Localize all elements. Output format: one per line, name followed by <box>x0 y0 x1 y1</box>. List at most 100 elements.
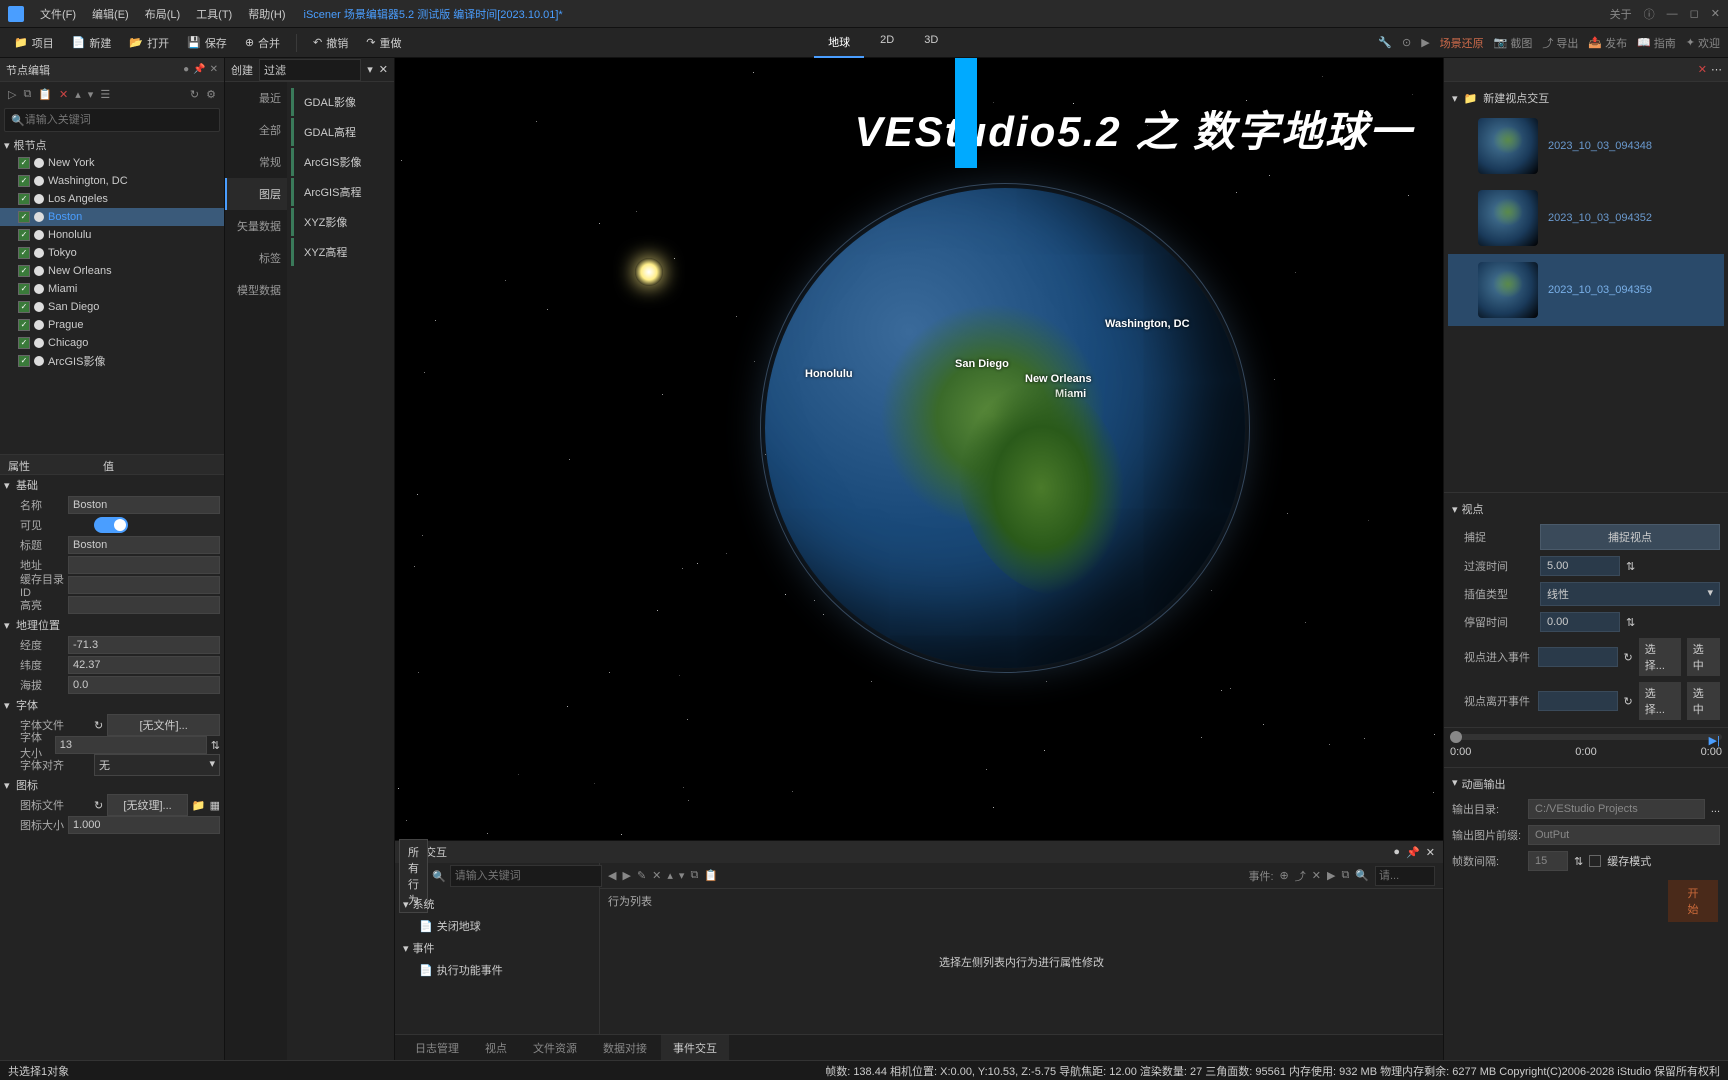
spinner-icon[interactable]: ⇅ <box>1574 855 1583 868</box>
tree-item-washingtondc[interactable]: ✓Washington, DC <box>0 172 224 190</box>
tree-item-honolulu[interactable]: ✓Honolulu <box>0 226 224 244</box>
play-button[interactable]: ▶| <box>1709 734 1720 747</box>
input-lat[interactable] <box>68 656 220 674</box>
play-icon[interactable]: ▶ <box>1421 36 1429 49</box>
close-icon[interactable]: ✕ <box>1426 846 1435 859</box>
section-geo[interactable]: ▾地理位置 <box>0 615 224 635</box>
section-viewpoint[interactable]: ▾视点 <box>1448 497 1724 521</box>
new-button[interactable]: 📄新建 <box>66 32 118 54</box>
checkbox-icon[interactable]: ✓ <box>18 337 30 349</box>
input-alt[interactable] <box>68 676 220 694</box>
cache-checkbox[interactable] <box>1589 855 1601 867</box>
nav-fwd-icon[interactable]: ▶ <box>622 869 630 882</box>
about-link[interactable]: 关于 <box>1610 6 1632 22</box>
play-icon[interactable]: ▶ <box>1327 869 1335 882</box>
checkbox-icon[interactable]: ✓ <box>18 193 30 205</box>
input-address[interactable] <box>68 556 220 574</box>
tree-root[interactable]: ▾ 根节点 <box>0 136 224 154</box>
export-icon[interactable]: ⤴ <box>1295 868 1306 884</box>
tab-model[interactable]: 模型数据 <box>225 274 287 306</box>
check-leave-button[interactable]: 选中 <box>1687 682 1720 720</box>
input-transition[interactable] <box>1540 556 1620 576</box>
input-fontsize[interactable] <box>55 736 207 754</box>
tab-events[interactable]: 事件交互 <box>661 1035 729 1061</box>
down-icon[interactable]: ▾ <box>86 86 96 103</box>
tree-item-losangeles[interactable]: ✓Los Angeles <box>0 190 224 208</box>
select-enter-button[interactable]: 选择... <box>1639 638 1681 676</box>
tree-item-sandiego[interactable]: ✓San Diego <box>0 298 224 316</box>
tree-item-chicago[interactable]: ✓Chicago <box>0 334 224 352</box>
browse-button[interactable]: ... <box>1711 803 1720 815</box>
screenshot-button[interactable]: 📷截图 <box>1494 35 1533 51</box>
behavior-search-input[interactable] <box>450 865 602 887</box>
input-highlight[interactable] <box>68 596 220 614</box>
chevron-down-icon[interactable]: ▾ <box>367 63 373 76</box>
menu-icon[interactable]: ⋯ <box>1711 63 1722 76</box>
dot-icon[interactable]: ● <box>183 64 189 75</box>
tab-vector[interactable]: 矢量数据 <box>225 210 287 242</box>
open-button[interactable]: 📂打开 <box>123 32 175 54</box>
nav-back-icon[interactable]: ◀ <box>608 869 616 882</box>
combo-fontalign[interactable]: 无▾ <box>94 754 220 776</box>
undo-button[interactable]: ↶撤销 <box>307 32 354 54</box>
check-enter-button[interactable]: 选中 <box>1687 638 1720 676</box>
copy-icon[interactable]: ⧉ <box>690 869 698 882</box>
guide-button[interactable]: 📖指南 <box>1637 35 1676 51</box>
viewpoint-item[interactable]: 2023_10_03_094359 <box>1448 254 1724 326</box>
menu-help[interactable]: 帮助(H) <box>242 2 291 26</box>
delete-icon[interactable]: ✕ <box>57 86 70 103</box>
menu-file[interactable]: 文件(F) <box>34 2 82 26</box>
checkbox-icon[interactable]: ✓ <box>18 283 30 295</box>
refresh-icon[interactable]: ↻ <box>1624 651 1633 664</box>
dot-icon[interactable]: ● <box>1393 846 1400 859</box>
tree-item-boston[interactable]: ✓Boston <box>0 208 224 226</box>
checkbox-icon[interactable]: ✓ <box>18 355 30 367</box>
expand-icon[interactable]: ▷ <box>6 86 18 103</box>
menu-layout[interactable]: 布局(L) <box>139 2 186 26</box>
checkbox-icon[interactable]: ✓ <box>18 157 30 169</box>
close-icon[interactable]: ✕ <box>379 63 388 76</box>
input-enter-event[interactable] <box>1538 647 1618 667</box>
refresh-icon[interactable]: ↻ <box>188 86 201 103</box>
section-icon[interactable]: ▾图标 <box>0 775 224 795</box>
input-stay[interactable] <box>1540 612 1620 632</box>
copy-icon[interactable]: ⧉ <box>21 86 33 103</box>
refresh-icon-icon[interactable]: ↻ <box>94 799 103 812</box>
start-button[interactable]: 开始 <box>1668 880 1718 922</box>
input-frameint[interactable] <box>1528 851 1568 871</box>
fontfile-button[interactable]: [无文件]... <box>107 714 220 736</box>
create-item[interactable]: ArcGIS影像 <box>291 148 390 176</box>
input-outprefix[interactable] <box>1528 825 1720 845</box>
viewpoint-folder[interactable]: ▾ 📁 新建视点交互 <box>1448 86 1724 110</box>
tab-3d[interactable]: 3D <box>910 28 952 58</box>
select-leave-button[interactable]: 选择... <box>1639 682 1681 720</box>
pin-icon[interactable]: 📌 <box>193 64 205 75</box>
create-item[interactable]: ArcGIS高程 <box>291 178 390 206</box>
remove-icon[interactable]: ✕ <box>1312 869 1321 882</box>
input-leave-event[interactable] <box>1538 691 1618 711</box>
publish-button[interactable]: 📤发布 <box>1588 35 1627 51</box>
event-search-input[interactable] <box>1375 866 1435 886</box>
tree-item-miami[interactable]: ✓Miami <box>0 280 224 298</box>
add-icon[interactable]: ⊕ <box>1280 869 1289 882</box>
close-button[interactable]: ✕ <box>1711 7 1720 20</box>
behavior-item[interactable]: 📄执行功能事件 <box>399 959 595 981</box>
tab-layer[interactable]: 图层 <box>225 178 287 210</box>
checkbox-icon[interactable]: ✓ <box>18 247 30 259</box>
spinner-icon[interactable]: ⇅ <box>211 739 220 752</box>
behavior-group[interactable]: ▾系统 <box>399 893 595 915</box>
checkbox-icon[interactable]: ✓ <box>18 175 30 187</box>
create-item[interactable]: GDAL影像 <box>291 88 390 116</box>
pin-icon[interactable]: 📌 <box>1406 846 1420 859</box>
record-icon[interactable]: ⊙ <box>1402 36 1411 49</box>
timeline-track[interactable] <box>1450 734 1722 740</box>
minimize-button[interactable]: — <box>1667 8 1678 20</box>
create-item[interactable]: GDAL高程 <box>291 118 390 146</box>
refresh-font-icon[interactable]: ↻ <box>94 719 103 732</box>
tree-item-neworleans[interactable]: ✓New Orleans <box>0 262 224 280</box>
tree-item-tokyo[interactable]: ✓Tokyo <box>0 244 224 262</box>
paste-icon[interactable]: 📋 <box>704 869 718 882</box>
tab-log[interactable]: 日志管理 <box>403 1035 471 1061</box>
spinner-icon[interactable]: ⇅ <box>1626 560 1635 573</box>
paste-icon[interactable]: 📋 <box>36 86 54 103</box>
